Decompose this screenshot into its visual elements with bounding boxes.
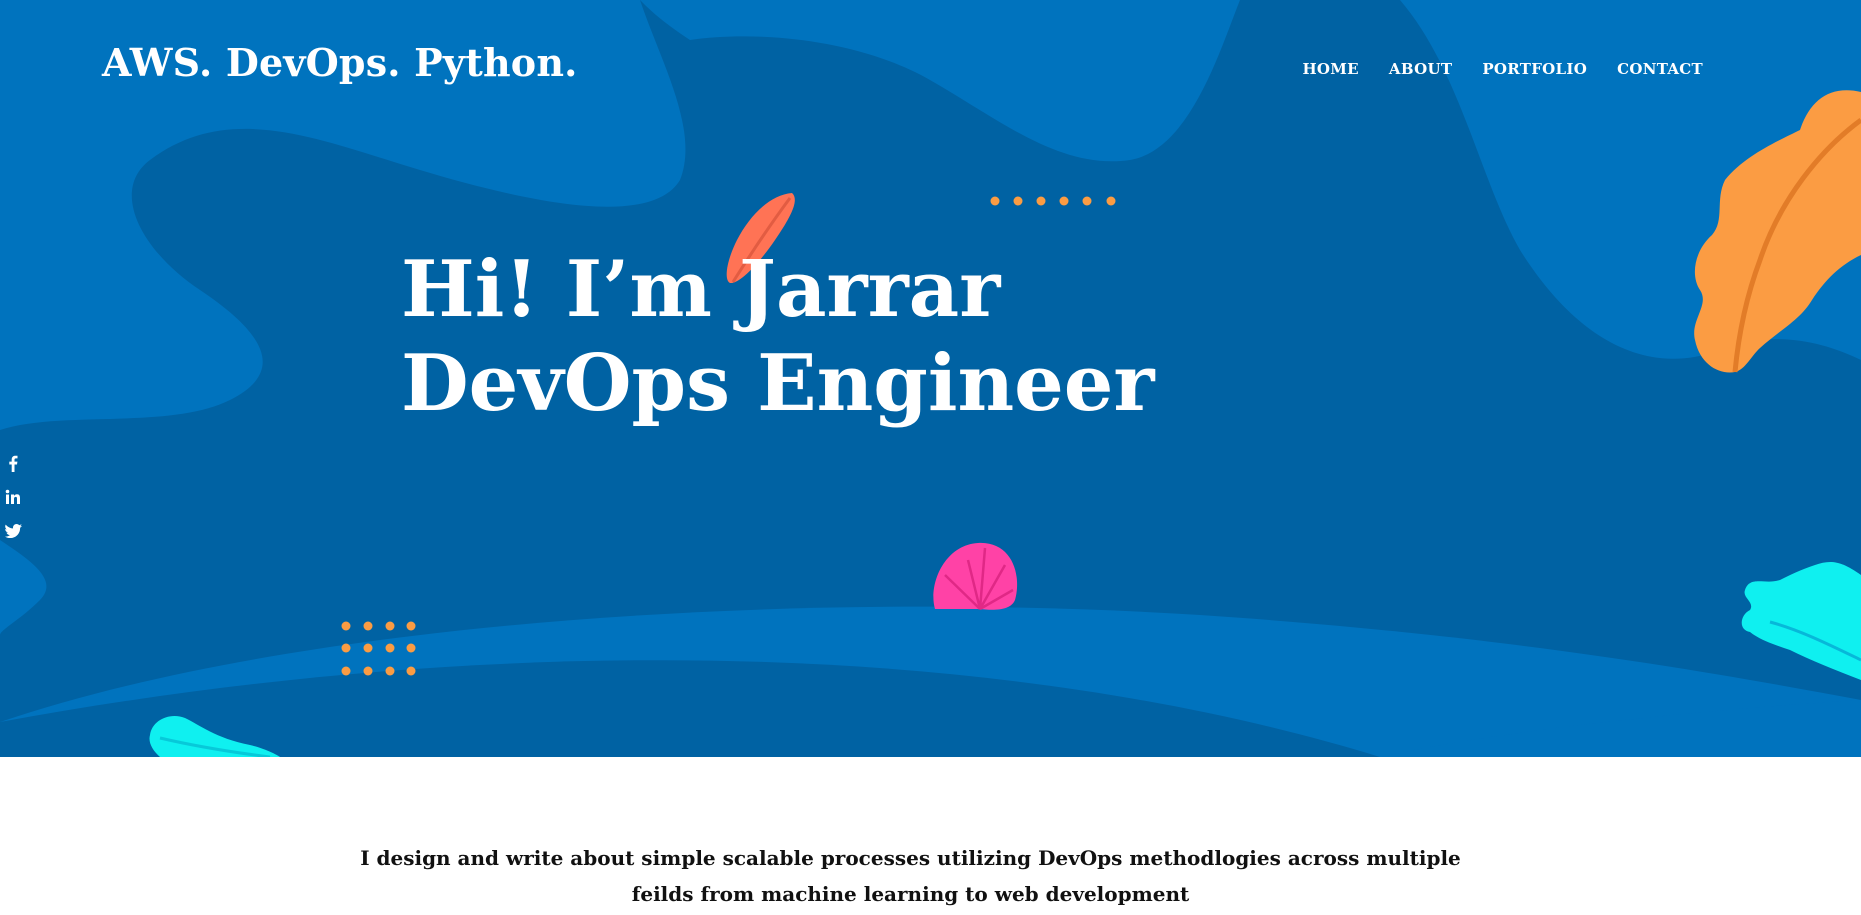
- nav-about[interactable]: ABOUT: [1389, 60, 1452, 78]
- intro-line-1: I design and write about simple scalable…: [360, 846, 1461, 870]
- linkedin-icon[interactable]: [4, 486, 22, 508]
- nav-home[interactable]: HOME: [1302, 60, 1358, 78]
- hero-section: AWS. DevOps. Python. HOME ABOUT PORTFOLI…: [0, 0, 1861, 757]
- intro-line-2: feilds from machine learning to web deve…: [631, 882, 1190, 906]
- main-nav: HOME ABOUT PORTFOLIO CONTACT: [1302, 60, 1703, 78]
- hero-headline: Hi! I’m Jarrar DevOps Engineer: [401, 243, 1155, 431]
- headline-line-1: Hi! I’m Jarrar: [401, 244, 1001, 335]
- twitter-icon[interactable]: [4, 520, 22, 542]
- brand-logo[interactable]: AWS. DevOps. Python.: [102, 40, 578, 85]
- intro-section: I design and write about simple scalable…: [0, 840, 1821, 912]
- social-links: [4, 452, 24, 554]
- headline-line-2: DevOps Engineer: [401, 338, 1155, 429]
- nav-portfolio[interactable]: PORTFOLIO: [1482, 60, 1587, 78]
- facebook-icon[interactable]: [4, 452, 22, 474]
- nav-contact[interactable]: CONTACT: [1617, 60, 1703, 78]
